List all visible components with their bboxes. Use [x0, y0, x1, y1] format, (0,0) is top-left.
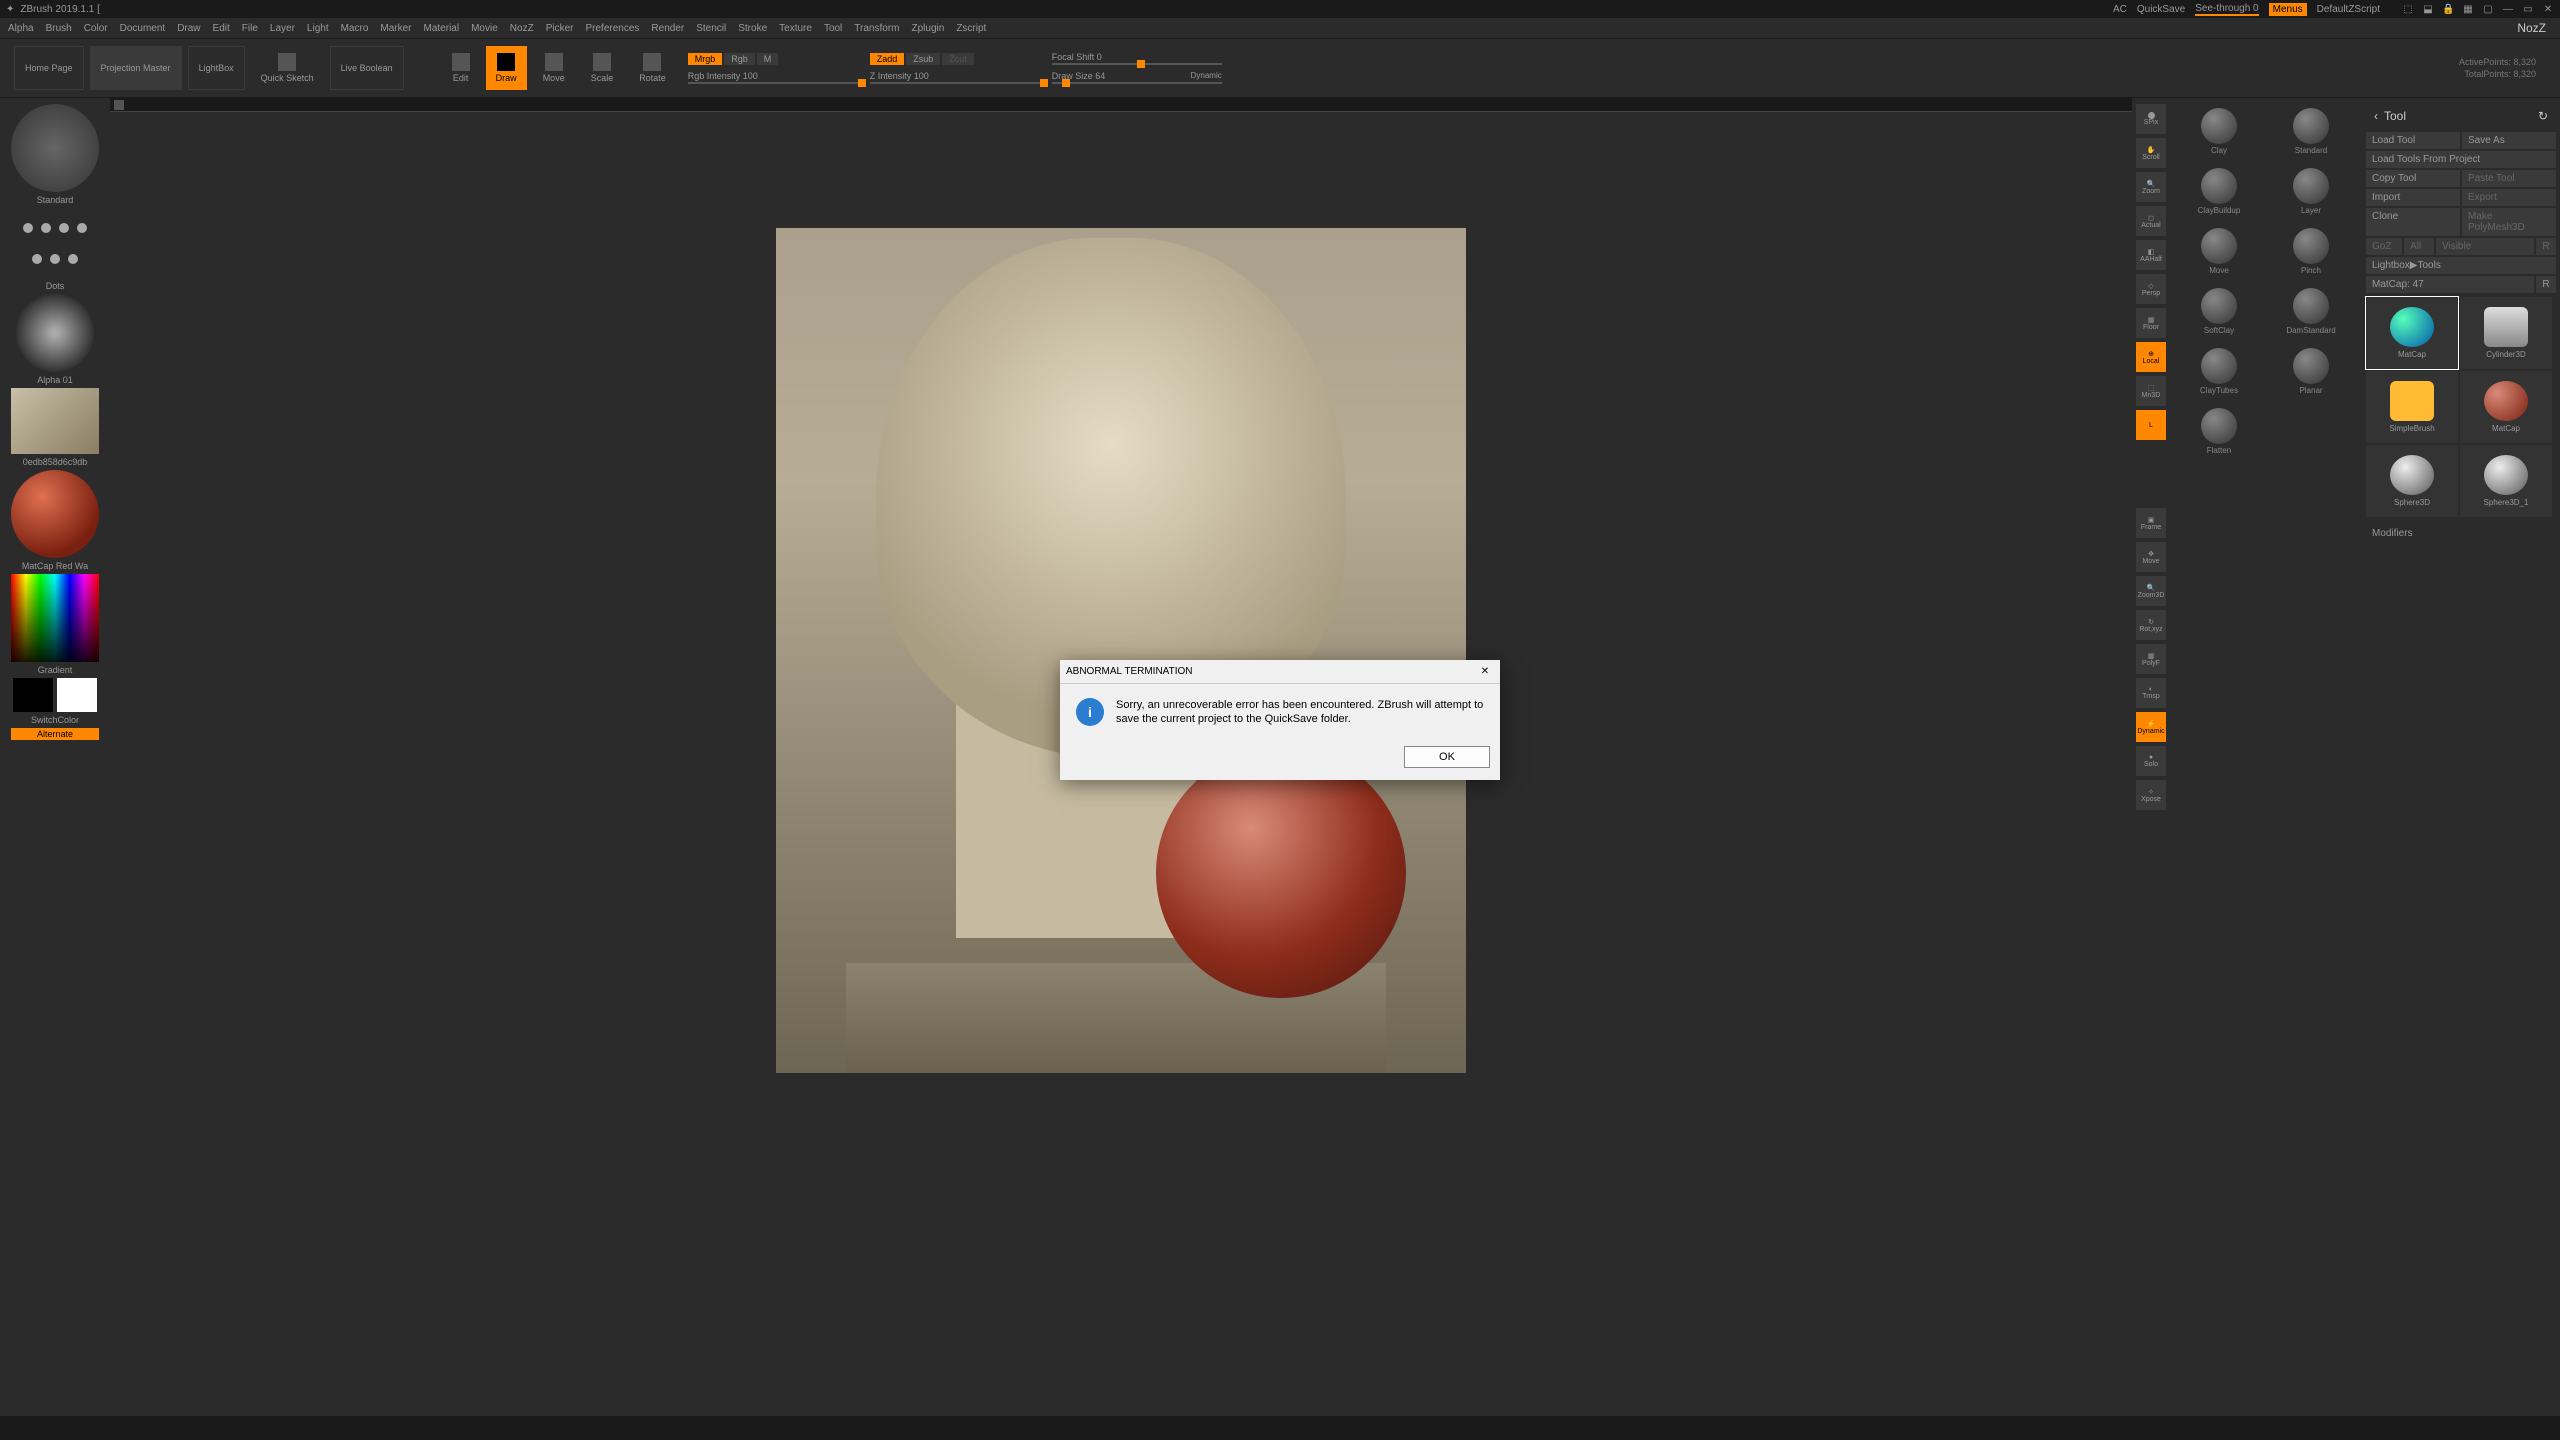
dialog-backdrop: ABNORMAL TERMINATION ✕ i Sorry, an unrec… [0, 0, 2560, 1440]
dialog-title-text: ABNORMAL TERMINATION [1066, 666, 1193, 677]
dialog-message: Sorry, an unrecoverable error has been e… [1116, 698, 1484, 726]
dialog-ok-button[interactable]: OK [1404, 746, 1490, 768]
dialog-close-button[interactable]: ✕ [1476, 663, 1494, 681]
error-dialog: ABNORMAL TERMINATION ✕ i Sorry, an unrec… [1060, 660, 1500, 780]
info-icon: i [1076, 698, 1104, 726]
